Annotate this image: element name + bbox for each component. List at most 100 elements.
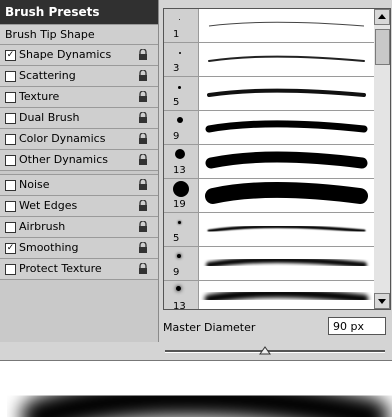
brush-tip-dot [178,221,181,224]
option-wet-edges[interactable]: Wet Edges [0,196,158,217]
brush-preset-item[interactable]: 9 [164,247,374,281]
option-label: Noise [19,178,50,191]
texture-checkbox[interactable] [5,92,16,103]
option-scattering[interactable]: Scattering [0,66,158,87]
lock-icon[interactable] [138,133,148,145]
scroll-up-button[interactable] [374,9,390,25]
brush-preset-item[interactable]: 13 [164,145,374,179]
brush-preset-item[interactable]: 13 [164,281,374,310]
lock-icon[interactable] [138,179,148,191]
option-shape-dynamics[interactable]: ✓ Shape Dynamics [0,45,158,66]
lock-icon[interactable] [138,221,148,233]
brush-size-label: 5 [173,97,180,108]
brush-tip-thumbnail: 1 [164,9,199,42]
smoothing-checkbox[interactable]: ✓ [5,243,16,254]
option-label: Dual Brush [19,111,80,124]
brush-preset-item[interactable]: 5 [164,213,374,247]
brush-options-panel: Brush Presets Brush Tip Shape ✓ Shape Dy… [0,0,159,342]
option-label: Smoothing [19,241,79,254]
brush-tip-dot [178,86,181,89]
lock-icon[interactable] [138,91,148,103]
option-other-dynamics[interactable]: Other Dynamics [0,150,158,171]
brush-tip-dot [177,254,181,258]
option-label: Other Dynamics [19,153,108,166]
dual-brush-checkbox[interactable] [5,113,16,124]
scattering-checkbox[interactable] [5,71,16,82]
option-label: Shape Dynamics [19,48,112,61]
option-airbrush[interactable]: Airbrush [0,217,158,238]
option-label: Scattering [19,69,76,82]
color-dynamics-checkbox[interactable] [5,134,16,145]
brush-stroke-preview [208,55,365,62]
master-diameter-slider[interactable] [165,350,385,353]
brush-tip-thumbnail: 13 [164,145,199,178]
brush-size-label: 19 [173,199,186,210]
brush-stroke-preview [206,256,367,268]
protect-texture-checkbox[interactable] [5,264,16,275]
brush-stroke-preview [204,288,369,304]
option-label: Color Dynamics [19,132,106,145]
option-label: Protect Texture [19,262,102,275]
brush-tip-dot [176,286,181,291]
option-color-dynamics[interactable]: Color Dynamics [0,129,158,150]
brush-size-label: 3 [173,63,180,74]
brush-size-label: 13 [173,165,186,176]
lock-icon[interactable] [138,263,148,275]
brush-tip-thumbnail: 5 [164,213,199,246]
brush-size-label: 13 [173,301,186,310]
lock-icon[interactable] [138,154,148,166]
brush-size-label: 5 [173,233,180,244]
brush-presets-title[interactable]: Brush Presets [0,0,158,25]
brush-tip-shape-item[interactable]: Brush Tip Shape [0,25,158,45]
brush-preset-item[interactable]: 9 [164,111,374,145]
brush-tip-thumbnail: 5 [164,77,199,110]
option-dual-brush[interactable]: Dual Brush [0,108,158,129]
brush-preset-item[interactable]: 5 [164,77,374,111]
brush-stroke-preview-panel [0,360,392,417]
brush-tip-thumbnail: 9 [164,247,199,280]
brush-stroke-preview [205,182,368,204]
master-diameter-input[interactable] [328,317,386,335]
option-label: Wet Edges [19,199,78,212]
master-diameter-label: Master Diameter [163,321,256,334]
option-smoothing[interactable]: ✓ Smoothing [0,238,158,259]
brush-stroke-preview [207,225,366,233]
wet-edges-checkbox[interactable] [5,201,16,212]
brush-tip-thumbnail: 9 [164,111,199,144]
brush-preset-item[interactable]: 1 [164,9,374,43]
option-texture[interactable]: Texture [0,87,158,108]
lock-icon[interactable] [138,70,148,82]
brush-tip-dot [173,181,189,197]
brush-stroke-preview [205,151,368,169]
brush-stroke-preview [205,120,368,133]
lock-icon[interactable] [138,112,148,124]
brush-tip-dot [179,52,181,54]
slider-thumb-icon[interactable] [259,346,271,355]
brush-preset-item[interactable]: 19 [164,179,374,213]
brush-tip-dot [177,117,183,123]
brush-list-scrollbar[interactable] [374,8,391,310]
lock-icon[interactable] [138,242,148,254]
brush-tip-dot [179,19,180,20]
lock-icon[interactable] [138,49,148,61]
brush-size-label: 1 [173,29,180,40]
brush-stroke-preview [207,88,366,97]
brush-preset-list[interactable]: 1 3 5 9 13 19 5 9 13 [163,8,375,310]
brush-stroke-preview [208,21,365,27]
scroll-down-button[interactable] [374,293,390,309]
brush-preset-item[interactable]: 3 [164,43,374,77]
brush-tip-thumbnail: 13 [164,281,199,310]
shape-dynamics-checkbox[interactable]: ✓ [5,50,16,61]
brush-tip-thumbnail: 19 [164,179,199,212]
lock-icon[interactable] [138,200,148,212]
option-label: Airbrush [19,220,66,233]
brush-size-label: 9 [173,267,180,278]
arrow-down-icon [378,299,386,304]
other-dynamics-checkbox[interactable] [5,155,16,166]
brush-tip-thumbnail: 3 [164,43,199,76]
scroll-thumb[interactable] [375,29,390,65]
noise-checkbox[interactable] [5,180,16,191]
option-protect-texture[interactable]: Protect Texture [0,259,158,280]
airbrush-checkbox[interactable] [5,222,16,233]
option-noise[interactable]: Noise [0,175,158,196]
